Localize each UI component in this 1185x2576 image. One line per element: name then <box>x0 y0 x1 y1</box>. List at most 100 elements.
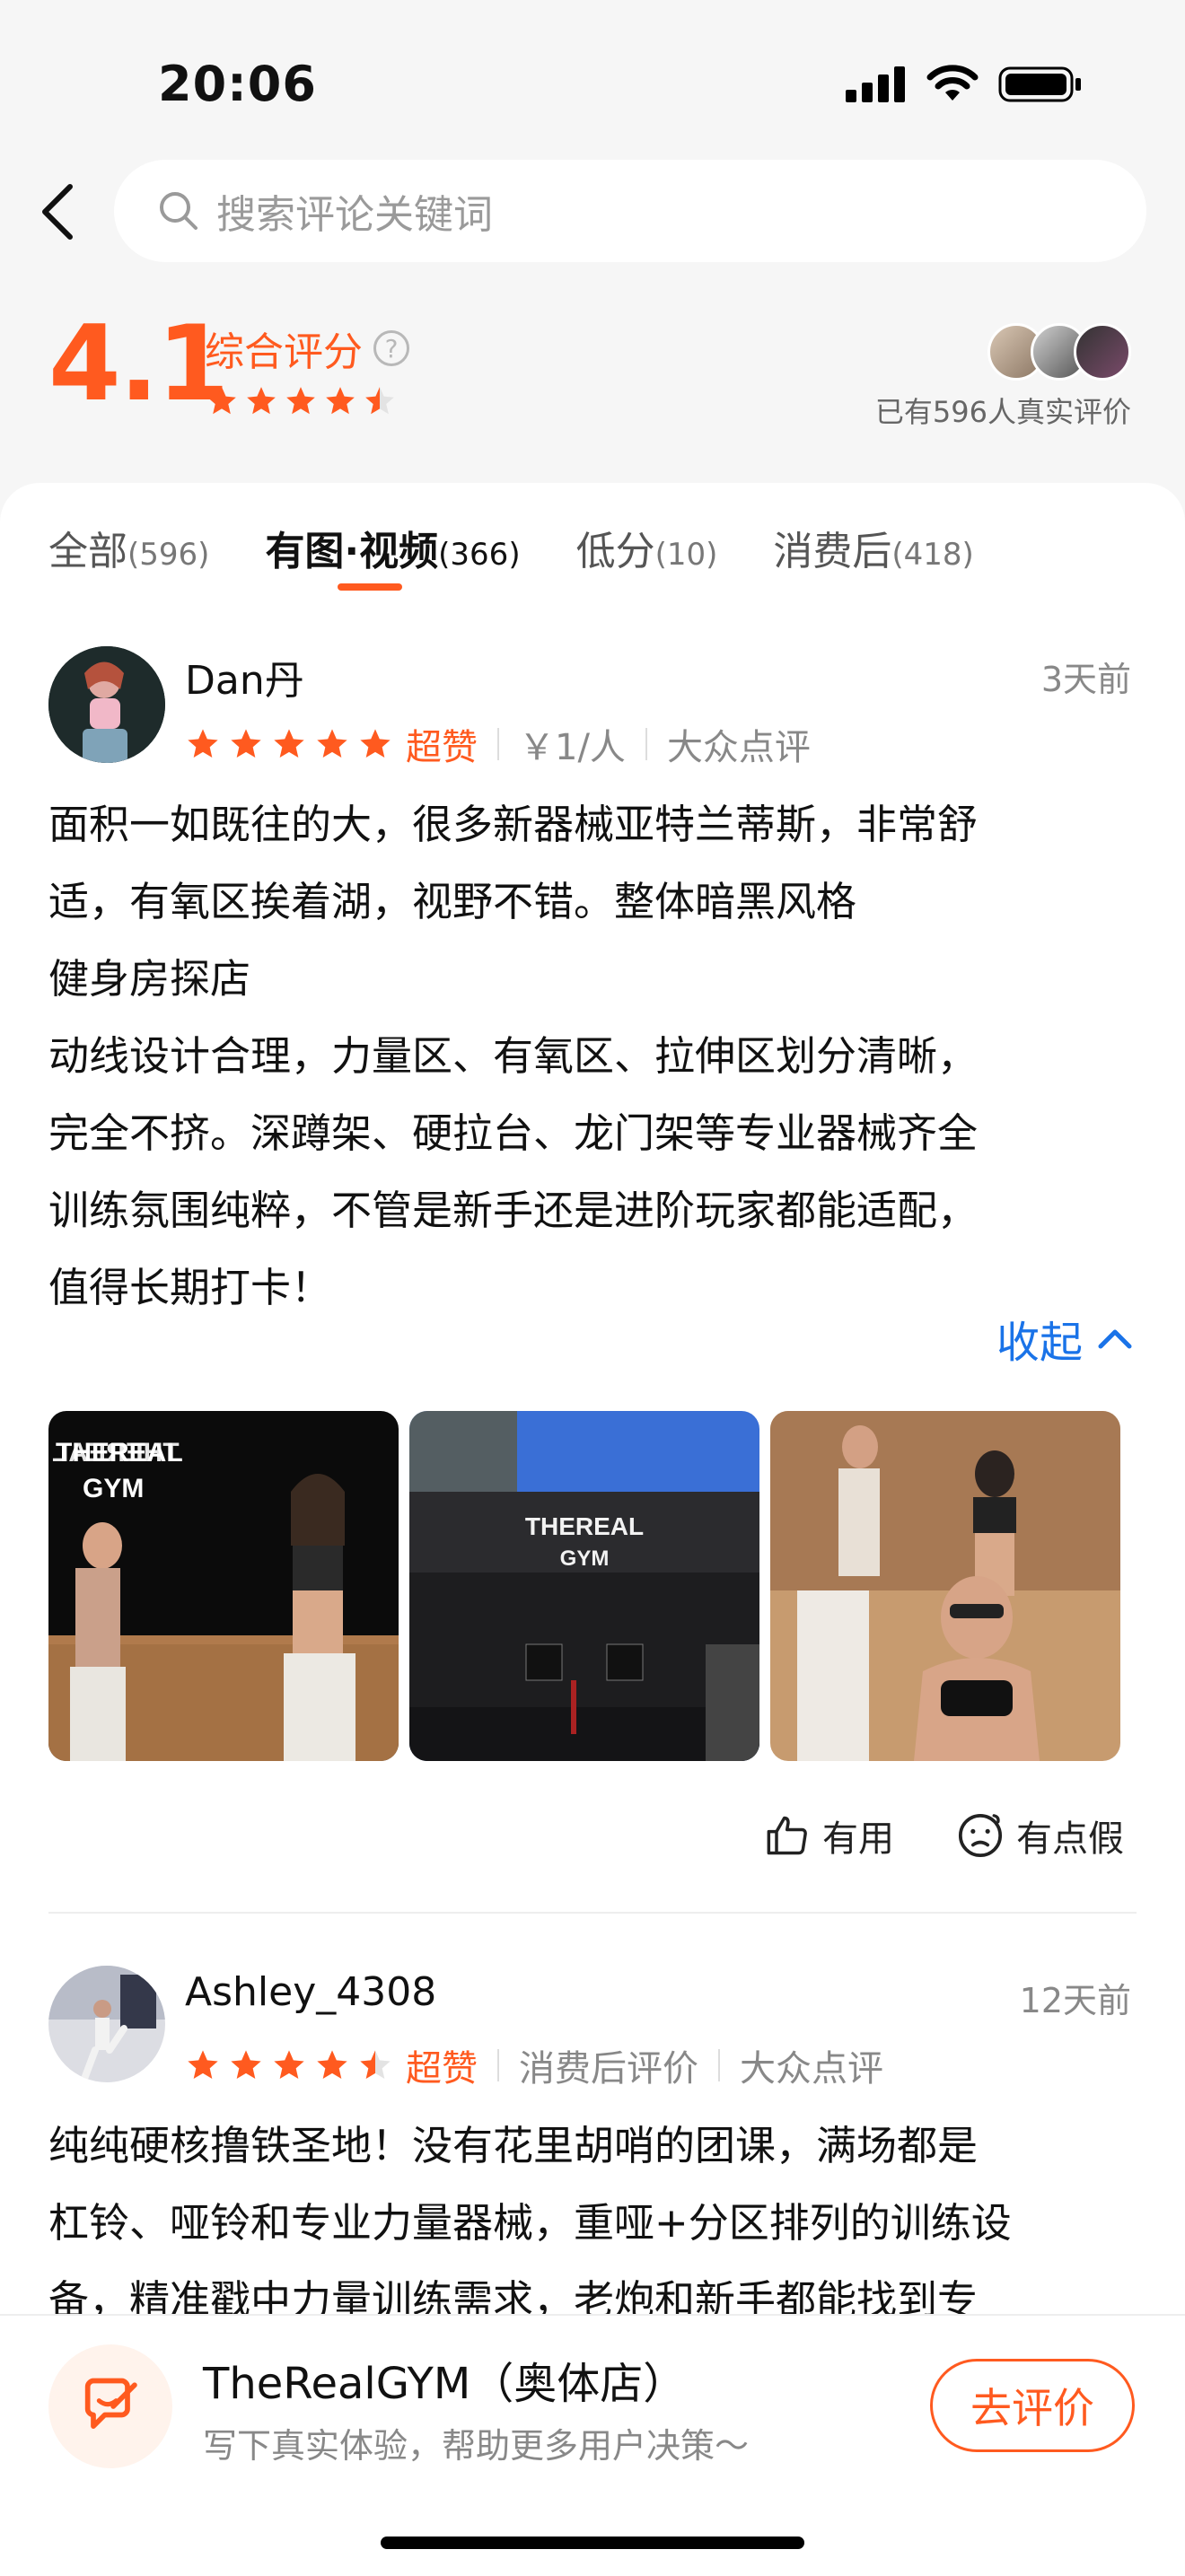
rating-title: 综合评分 ? <box>205 320 409 377</box>
review-type: 消费后评价 <box>519 2048 698 2090</box>
review-body: 纯纯硬核撸铁圣地！没有花里胡哨的团课，满场都是 杠铃、哑铃和专业力量器械，重哑+… <box>48 2107 1139 2339</box>
fake-button[interactable]: 有点假 <box>955 1809 1124 1862</box>
star-icon <box>317 2050 347 2079</box>
avatar-figure <box>48 1966 165 2082</box>
tab-label: 低分 <box>575 529 655 574</box>
star-icon <box>317 729 347 758</box>
tab-low-score[interactable]: 低分(10) <box>576 519 718 576</box>
search-input[interactable]: 搜索评论关键词 <box>114 160 1146 262</box>
divider <box>497 2049 499 2081</box>
review-body: 面积一如既往的大，很多新器械亚特兰蒂斯，非常舒 适，有氧区挨着湖，视野不错。整体… <box>48 786 1139 1327</box>
star-icon <box>231 2050 261 2079</box>
review-line: 完全不挤。深蹲架、硬拉台、龙门架等专业器械齐全 <box>48 1109 979 1157</box>
star-icon <box>188 2050 218 2079</box>
tab-with-media[interactable]: 有图·视频(366) <box>265 519 520 576</box>
divider <box>497 728 499 760</box>
tab-label: 有图·视频 <box>265 529 439 574</box>
overall-rating: 4.1 <box>48 303 229 425</box>
review-line: 动线设计合理，力量区、有氧区、拉伸区划分清晰， <box>48 1032 979 1080</box>
write-review-icon <box>84 2378 137 2430</box>
divider <box>718 2049 720 2081</box>
gym-mirror-photo: THEREAL GYM THEREAL <box>48 1411 399 1761</box>
review-photo[interactable] <box>770 1411 1120 1761</box>
half-star-icon <box>365 387 394 415</box>
review-username[interactable]: Dan丹 <box>185 648 304 705</box>
collapse-button[interactable]: 收起 <box>996 1307 1133 1370</box>
review-line: 杠铃、哑铃和专业力量器械，重哑+分区排列的训练设 <box>48 2199 1012 2247</box>
price-per-person: ￥1/人 <box>519 727 626 768</box>
rating-title-label: 综合评分 <box>205 329 363 375</box>
star-icon <box>360 729 391 758</box>
gym-selfie-photo <box>770 1411 1120 1761</box>
tab-after-purchase[interactable]: 消费后(418) <box>773 519 973 576</box>
star-icon <box>274 729 304 758</box>
collapse-label: 收起 <box>996 1318 1083 1368</box>
rating-badge: 超赞 <box>406 727 478 768</box>
gym-storefront-photo: THEREAL GYM <box>409 1411 759 1761</box>
shop-name: TheRealGYM（奥体店） <box>203 2359 687 2409</box>
star-icon <box>247 387 276 415</box>
star-icon <box>274 2050 304 2079</box>
status-icons <box>846 65 1084 104</box>
fake-label: 有点假 <box>1016 1818 1124 1860</box>
tab-count: (596) <box>127 537 210 573</box>
avatar <box>1074 323 1131 381</box>
avatar-figure <box>48 646 165 763</box>
active-tab-indicator <box>338 583 402 591</box>
review-line: 面积一如既往的大，很多新器械亚特兰蒂斯，非常舒 <box>48 801 979 848</box>
review-photo[interactable]: THEREAL GYM <box>409 1411 759 1761</box>
tab-label: 全部 <box>48 529 127 574</box>
review-meta: 超赞 消费后评价 大众点评 <box>185 2039 883 2091</box>
review-source: 大众点评 <box>740 2048 883 2090</box>
review-source: 大众点评 <box>666 727 811 768</box>
star-icon <box>207 387 236 415</box>
star-icon <box>231 729 261 758</box>
tab-all[interactable]: 全部(596) <box>48 519 209 576</box>
help-icon[interactable]: ? <box>373 330 409 366</box>
review-username[interactable]: Ashley_4308 <box>185 1969 436 2015</box>
signal-icon <box>846 66 905 102</box>
star-icon <box>286 387 315 415</box>
tab-count: (366) <box>438 537 521 573</box>
chevron-up-icon <box>1098 1329 1132 1349</box>
review-line: 值得长期打卡！ <box>48 1264 332 1311</box>
doubt-face-icon <box>958 1813 1003 1858</box>
photo-text: THEREAL <box>525 1512 644 1540</box>
review-time: 12天前 <box>1019 1981 1131 2020</box>
search-icon <box>157 189 200 232</box>
review-photo[interactable]: THEREAL GYM THEREAL <box>48 1411 399 1761</box>
status-time: 20:06 <box>158 56 317 112</box>
tab-count: (418) <box>891 537 974 573</box>
tab-count: (10) <box>654 537 718 573</box>
home-indicator <box>381 2537 804 2549</box>
review-meta: 超赞 ￥1/人 大众点评 <box>185 718 811 770</box>
review-stars <box>185 2047 393 2083</box>
photo-text: GYM <box>560 1546 610 1571</box>
thumbs-up-icon <box>767 1816 807 1855</box>
search-placeholder: 搜索评论关键词 <box>216 192 493 238</box>
write-review-icon-wrap[interactable] <box>48 2344 172 2468</box>
write-review-button[interactable]: 去评价 <box>930 2359 1135 2452</box>
avatar[interactable] <box>48 1966 165 2082</box>
back-button[interactable] <box>34 176 81 248</box>
review-time: 3天前 <box>1040 660 1131 699</box>
divider <box>645 728 647 760</box>
tab-label: 消费后 <box>773 529 892 574</box>
useful-label: 有用 <box>822 1818 894 1860</box>
battery-icon <box>998 66 1081 102</box>
review-divider <box>48 1912 1137 1914</box>
svg-text:THEREAL: THEREAL <box>52 1438 180 1468</box>
back-arrow-icon <box>42 184 73 240</box>
review-count-note: 已有596人真实评价 <box>874 395 1131 429</box>
review-stars <box>185 726 393 762</box>
rating-badge: 超赞 <box>406 2048 478 2090</box>
write-review-hint: 写下真实体验，帮助更多用户决策～ <box>203 2426 750 2466</box>
avatar[interactable] <box>48 646 165 763</box>
useful-button[interactable]: 有用 <box>765 1809 894 1862</box>
star-icon <box>188 729 218 758</box>
photo-text: GYM <box>83 1474 144 1503</box>
wifi-icon <box>926 65 979 101</box>
review-line: 训练氛围纯粹，不管是新手还是进阶玩家都能适配， <box>48 1187 979 1234</box>
star-icon <box>326 387 355 415</box>
rating-stars <box>205 384 397 418</box>
